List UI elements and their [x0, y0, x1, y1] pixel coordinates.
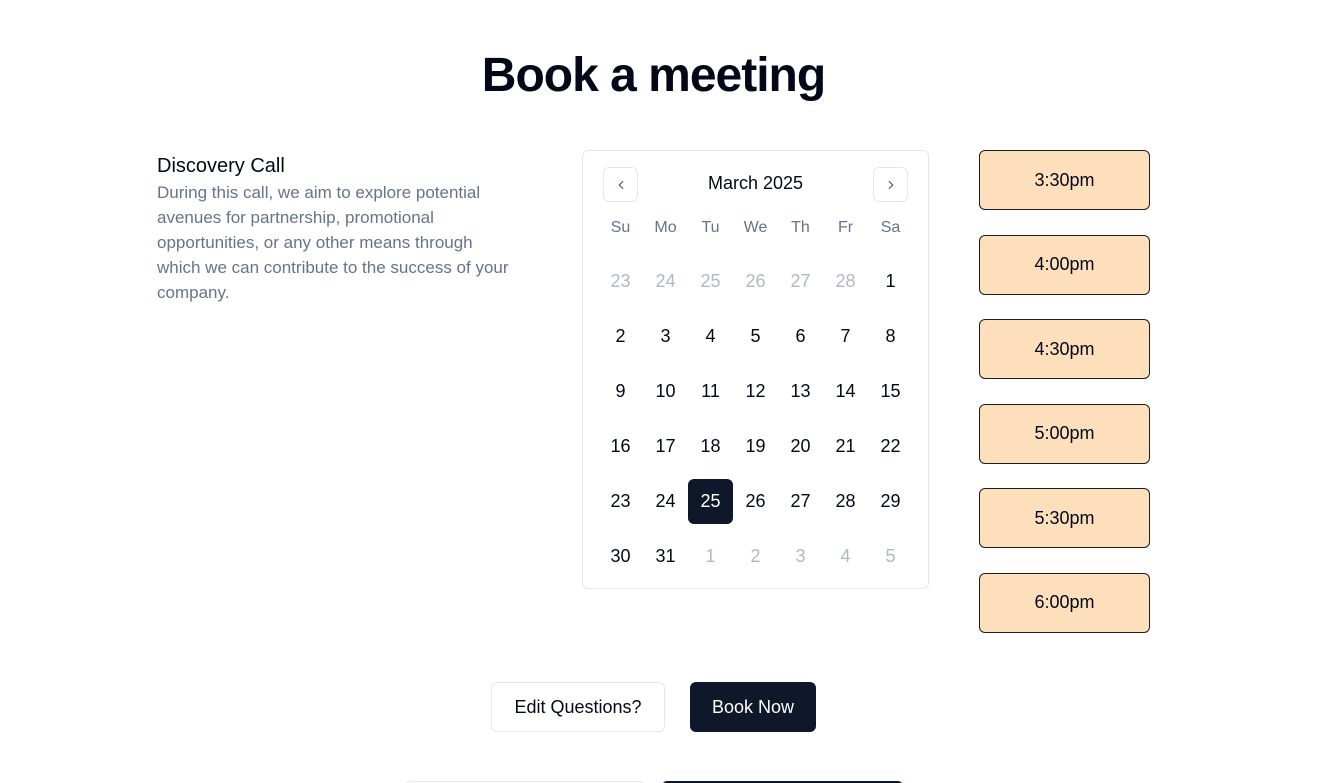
calendar-day[interactable]: 26: [733, 479, 778, 524]
calendar-day[interactable]: 19: [733, 424, 778, 469]
event-info: Discovery Call During this call, we aim …: [157, 153, 517, 305]
calendar-day[interactable]: 30: [598, 534, 643, 579]
calendar-week: 23 24 25 26 27 28 1: [598, 254, 913, 309]
calendar-day[interactable]: 24: [643, 259, 688, 304]
page-title: Book a meeting: [481, 49, 826, 102]
calendar-day[interactable]: 24: [643, 479, 688, 524]
calendar-day[interactable]: 12: [733, 369, 778, 414]
calendar-header: March 2025: [583, 151, 928, 217]
calendar-day[interactable]: 11: [688, 369, 733, 414]
calendar-week: 16 17 18 19 20 21 22: [598, 419, 913, 474]
calendar-day[interactable]: 3: [778, 534, 823, 579]
calendar-week: 30 31 1 2 3 4 5: [598, 529, 913, 584]
time-slot-button[interactable]: 4:30pm: [979, 319, 1150, 380]
calendar-day[interactable]: 17: [643, 424, 688, 469]
calendar-day[interactable]: 16: [598, 424, 643, 469]
calendar-day[interactable]: 5: [868, 534, 913, 579]
calendar-day[interactable]: 31: [643, 534, 688, 579]
weekday-label: Fr: [837, 219, 854, 236]
calendar-day[interactable]: 28: [823, 259, 868, 304]
book-now-button[interactable]: Book Now: [690, 682, 816, 732]
time-slot-button[interactable]: 6:00pm: [979, 572, 1150, 633]
calendar-day[interactable]: 4: [823, 534, 868, 579]
event-description: During this call, we aim to explore pote…: [157, 183, 509, 302]
calendar-day[interactable]: 23: [598, 259, 643, 304]
calendar-day[interactable]: 8: [868, 314, 913, 359]
weekday-label: Tu: [701, 219, 720, 236]
weekday-label: Mo: [654, 219, 677, 236]
calendar-day[interactable]: 7: [823, 314, 868, 359]
calendar-day[interactable]: 10: [643, 369, 688, 414]
day-grid: 23 24 25 26 27 28 1 2 3 4 5 6 7 8 9 10 11 12 13 14 15 16 17 18 1…: [598, 254, 913, 584]
calendar-day[interactable]: 3: [643, 314, 688, 359]
calendar-day[interactable]: 14: [823, 369, 868, 414]
calendar-day[interactable]: 27: [778, 479, 823, 524]
calendar-day[interactable]: 6: [778, 314, 823, 359]
calendar-day[interactable]: 1: [688, 534, 733, 579]
time-slot-button[interactable]: 5:00pm: [979, 403, 1150, 464]
time-slot-button[interactable]: 5:30pm: [979, 488, 1150, 549]
calendar-day[interactable]: 21: [823, 424, 868, 469]
calendar-week: 23 24 25 26 27 28 29: [598, 474, 913, 529]
calendar-day[interactable]: 27: [778, 259, 823, 304]
next-month-button[interactable]: [873, 167, 908, 202]
weekday-label: Sa: [880, 219, 901, 236]
weekday-label: Su: [610, 219, 631, 236]
event-name: Discovery Call: [157, 155, 285, 177]
calendar-day[interactable]: 25: [688, 259, 733, 304]
calendar-day[interactable]: 26: [733, 259, 778, 304]
calendar-day[interactable]: 28: [823, 479, 868, 524]
calendar-day[interactable]: 9: [598, 369, 643, 414]
calendar-day[interactable]: 22: [868, 424, 913, 469]
calendar-day[interactable]: 15: [868, 369, 913, 414]
calendar-day[interactable]: 4: [688, 314, 733, 359]
calendar-day[interactable]: 1: [868, 259, 913, 304]
time-slot-button[interactable]: 4:00pm: [979, 234, 1150, 295]
calendar-day[interactable]: 18: [688, 424, 733, 469]
calendar-day-selected[interactable]: 25: [688, 479, 733, 524]
weekday-label: We: [743, 219, 768, 236]
calendar-day[interactable]: 20: [778, 424, 823, 469]
weekday-label: Th: [791, 219, 810, 236]
edit-questions-button[interactable]: Edit Questions?: [491, 682, 665, 732]
calendar-day[interactable]: 23: [598, 479, 643, 524]
calendar-day[interactable]: 13: [778, 369, 823, 414]
calendar-week: 2345678: [598, 309, 913, 364]
calendar-day[interactable]: 29: [868, 479, 913, 524]
calendar-day[interactable]: 5: [733, 314, 778, 359]
calendar-week: 9 10 11 12 13 14 15: [598, 364, 913, 419]
weekday-header: Su Mo Tu We Th Fr Sa: [598, 219, 913, 237]
calendar-day[interactable]: 2: [733, 534, 778, 579]
time-slot-button[interactable]: 3:30pm: [979, 150, 1150, 210]
action-bar: Edit Questions? Book Now: [491, 682, 816, 732]
calendar: March 2025 Su Mo Tu We Th Fr Sa 23 24 25 26…: [582, 150, 929, 589]
chevron-right-icon: [888, 180, 893, 189]
calendar-day[interactable]: 2: [598, 314, 643, 359]
time-slot-list: 3:30pm 4:00pm 4:30pm 5:00pm 5:30pm 6:00pm: [979, 150, 1150, 658]
